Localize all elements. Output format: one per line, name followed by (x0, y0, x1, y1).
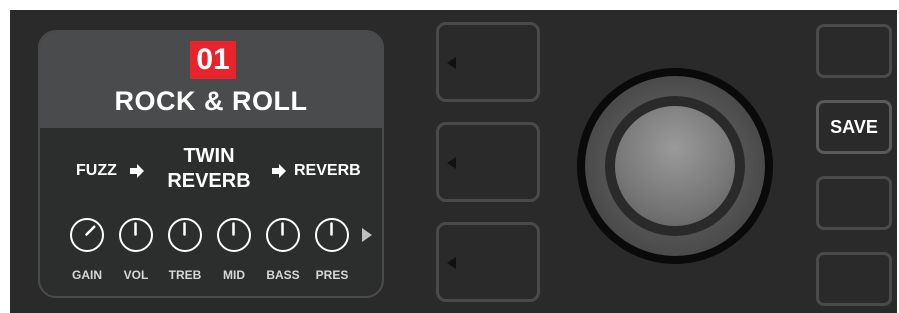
amp-model-line1: TWIN (183, 145, 235, 167)
encoder-knob[interactable] (615, 106, 735, 226)
knob-treb[interactable] (168, 218, 202, 252)
preset-header: 01 ROCK & ROLL (40, 32, 382, 128)
play-right-icon[interactable] (362, 228, 372, 242)
knob-pres[interactable] (315, 218, 349, 252)
preset-name: ROCK & ROLL (114, 86, 308, 116)
right-arrow-icon (272, 164, 286, 178)
effect-post-label[interactable]: REVERB (294, 162, 361, 180)
knob-mid[interactable] (217, 218, 251, 252)
soft-button-1[interactable] (436, 22, 540, 102)
knob-row: GAIN VOL TREB MID BASS PRES (40, 218, 382, 288)
knob-bass[interactable] (266, 218, 300, 252)
amp-model-label[interactable]: TWIN REVERB (156, 144, 262, 194)
soft-button-3[interactable] (436, 222, 540, 302)
knob-label-gain: GAIN (72, 268, 102, 282)
amp-model-line2: REVERB (167, 170, 251, 192)
soft-button-2[interactable] (436, 122, 540, 202)
left-triangle-icon (447, 157, 456, 169)
knob-vol[interactable] (119, 218, 153, 252)
left-triangle-icon (447, 57, 456, 69)
knob-label-mid: MID (223, 268, 245, 282)
amp-control-panel: 01 ROCK & ROLL FUZZ TWIN REVERB REVERB G… (10, 10, 897, 313)
knob-label-bass: BASS (266, 268, 300, 282)
save-button[interactable]: SAVE (816, 100, 892, 154)
right-arrow-icon (130, 164, 144, 178)
lcd-screen: 01 ROCK & ROLL FUZZ TWIN REVERB REVERB G… (38, 30, 384, 298)
knob-label-treb: TREB (168, 268, 202, 282)
knob-gain[interactable] (70, 218, 104, 252)
left-triangle-icon (447, 257, 456, 269)
preset-number-badge: 01 (190, 41, 236, 79)
knob-label-pres: PRES (315, 268, 349, 282)
right-button-3[interactable] (816, 176, 892, 230)
signal-chain: FUZZ TWIN REVERB REVERB (40, 140, 382, 200)
effect-pre-label[interactable]: FUZZ (76, 162, 117, 180)
right-button-4[interactable] (816, 252, 892, 306)
top-right-button[interactable] (816, 24, 892, 78)
knob-label-vol: VOL (123, 268, 149, 282)
